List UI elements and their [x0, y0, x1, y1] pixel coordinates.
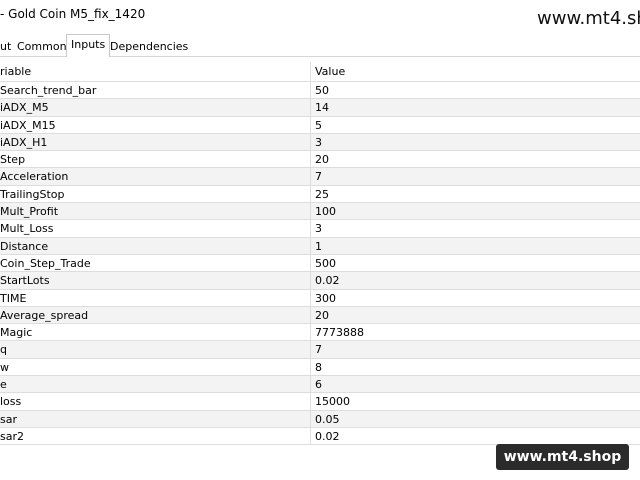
variable-name: e: [0, 378, 7, 392]
table-row[interactable]: Mult_Loss 3: [0, 220, 640, 238]
column-header-variable[interactable]: riable: [0, 62, 310, 81]
table-row[interactable]: loss 15000: [0, 393, 640, 411]
inputs-table: riable Value Search_trend_bar 50 iADX_M5 14…: [0, 62, 640, 446]
tab-bar: ut Common Inputs Dependencies: [0, 34, 640, 57]
tab-inputs[interactable]: Inputs: [66, 34, 111, 57]
variable-name: Average_spread: [0, 308, 89, 322]
table-row[interactable]: e6: [0, 376, 640, 394]
table-row[interactable]: iADX_M5 14: [0, 99, 640, 117]
column-header-value[interactable]: Value: [310, 62, 640, 81]
tab-partial[interactable]: ut: [0, 37, 11, 56]
table-row[interactable]: Search_trend_bar 50: [0, 82, 640, 100]
variable-value[interactable]: 100: [310, 203, 640, 220]
variable-value[interactable]: 300: [310, 289, 640, 306]
variable-value[interactable]: 14: [310, 99, 640, 116]
variable-name: Distance: [0, 239, 49, 253]
table-row[interactable]: StartLots 0.02: [0, 272, 640, 290]
variable-name: Mult_Loss: [0, 222, 54, 236]
table-row[interactable]: Mult_Profit 100: [0, 203, 640, 221]
variable-value[interactable]: 25: [310, 185, 640, 203]
variable-value[interactable]: 500: [310, 254, 640, 272]
tab-dependencies[interactable]: Dependencies: [110, 37, 188, 56]
table-row[interactable]: Distance 1: [0, 237, 640, 255]
variable-value[interactable]: 7773888: [310, 324, 640, 341]
table-row[interactable]: Acceleration 7: [0, 168, 640, 186]
variable-name: Magic: [0, 326, 33, 340]
table-row[interactable]: w8: [0, 358, 640, 377]
variable-value[interactable]: 50: [310, 82, 640, 99]
variable-value[interactable]: 8: [310, 358, 640, 376]
variable-name: sar: [0, 412, 17, 426]
table-row[interactable]: TIME 300: [0, 289, 640, 307]
variable-name: sar2: [0, 429, 24, 443]
variable-name: Search_trend_bar: [0, 84, 97, 97]
variable-name: StartLots: [0, 274, 50, 288]
variable-name: Step: [0, 153, 26, 167]
table-row[interactable]: Magic 7773888: [0, 324, 640, 342]
variable-name: Coin_Step_Trade: [0, 256, 91, 270]
variable-name: iADX_M5: [0, 101, 49, 115]
variable-name: Acceleration: [0, 170, 69, 184]
table-row[interactable]: TrailingStop 25: [0, 185, 640, 204]
variable-value[interactable]: 15000: [310, 393, 640, 410]
variable-value[interactable]: 0.05: [310, 410, 640, 427]
variable-name: iADX_H1: [0, 135, 48, 149]
variable-value[interactable]: 3: [310, 133, 640, 151]
variable-value[interactable]: 0.02: [310, 272, 640, 289]
window-title: - Gold Coin M5_fix_1420: [0, 7, 146, 21]
variable-value[interactable]: 6: [310, 376, 640, 393]
variable-value[interactable]: 7: [310, 341, 640, 358]
variable-value[interactable]: 5: [310, 116, 640, 133]
variable-name: q: [0, 343, 7, 357]
variable-name: w: [0, 360, 9, 374]
variable-name: loss: [0, 395, 22, 409]
variable-value[interactable]: 20: [310, 306, 640, 324]
watermark-text: www.mt4.sh: [537, 8, 640, 29]
table-row[interactable]: Coin_Step_Trade 500: [0, 254, 640, 273]
variable-value[interactable]: 0.02: [310, 427, 640, 445]
variable-name: TIME: [0, 291, 27, 305]
table-header: riable Value: [0, 62, 640, 82]
tab-common[interactable]: Common: [17, 37, 67, 56]
table-row[interactable]: Average_spread 20: [0, 306, 640, 325]
table-row[interactable]: Step 20: [0, 151, 640, 169]
variable-name: iADX_M15: [0, 118, 56, 132]
variable-value[interactable]: 7: [310, 168, 640, 185]
table-row[interactable]: sar 0.05: [0, 410, 640, 428]
variable-value[interactable]: 1: [310, 237, 640, 254]
variable-value[interactable]: 20: [310, 151, 640, 168]
watermark-badge: www.mt4.shop: [496, 444, 629, 470]
variable-name: Mult_Profit: [0, 205, 59, 219]
table-row[interactable]: sar2 0.02: [0, 427, 640, 446]
table-row[interactable]: iADX_H1 3: [0, 133, 640, 152]
table-row[interactable]: q7: [0, 341, 640, 359]
table-row[interactable]: iADX_M15 5: [0, 116, 640, 134]
title-bar: - Gold Coin M5_fix_1420 www.mt4.sh: [0, 0, 640, 34]
variable-value[interactable]: 3: [310, 220, 640, 237]
variable-name: TrailingStop: [0, 187, 65, 201]
